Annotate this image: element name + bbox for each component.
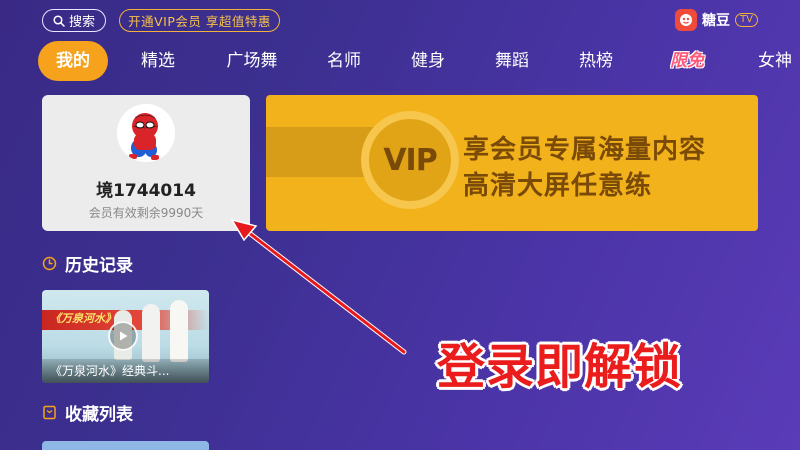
history-item[interactable]: 《万泉河水》 《万泉河水》经典斗... (42, 290, 209, 383)
avatar (117, 104, 175, 162)
play-icon (120, 331, 128, 341)
nav-tabs: 我的 精选 广场舞 名师 健身 舞蹈 热榜 限免 女神 (0, 41, 800, 81)
dancer-figure (142, 304, 160, 362)
search-button[interactable]: 搜索 (42, 9, 106, 32)
bookmark-icon (43, 405, 56, 419)
vip-banner-line1: 享会员专属海量内容 (463, 135, 707, 165)
favorites-heading-label: 收藏列表 (65, 404, 133, 425)
profile-card[interactable]: 境1744014 会员有效剩余9990天 (42, 95, 250, 231)
favorites-heading: 收藏列表 (42, 401, 133, 425)
tab-mine[interactable]: 我的 (38, 41, 108, 81)
vip-promo-button[interactable]: 开通VIP会员 享超值特惠 (119, 9, 280, 32)
annotation-text: 登录即解锁 (437, 339, 683, 395)
tab-square-dance[interactable]: 广场舞 (214, 41, 290, 81)
tab-free-limited[interactable]: 限免 (654, 41, 720, 81)
tab-dance[interactable]: 舞蹈 (482, 41, 542, 81)
tab-fitness[interactable]: 健身 (398, 41, 458, 81)
vip-badge-text: VIP (383, 142, 437, 178)
username: 境1744014 (96, 181, 196, 201)
vip-promo-label: 开通VIP会员 享超值特惠 (128, 14, 271, 29)
vip-banner[interactable]: VIP 享会员专属海量内容 高清大屏任意练 (266, 95, 758, 231)
vip-badge: VIP (369, 119, 451, 201)
tab-featured[interactable]: 精选 (128, 41, 188, 81)
app-logo-icon (675, 9, 698, 31)
play-button[interactable] (108, 321, 138, 351)
tab-goddess[interactable]: 女神 (758, 41, 800, 81)
dancer-figure (170, 300, 188, 362)
history-thumbnail-title: 《万泉河水》 (50, 312, 116, 325)
search-label: 搜索 (68, 15, 95, 30)
vip-banner-line2: 高清大屏任意练 (463, 171, 653, 201)
spiderman-avatar-icon (117, 104, 175, 162)
membership-status: 会员有效剩余9990天 (88, 206, 204, 220)
history-item-title: 《万泉河水》经典斗... (42, 359, 209, 383)
brand-tv-badge: TV (735, 13, 758, 27)
history-heading-label: 历史记录 (65, 255, 133, 276)
favorite-item[interactable] (42, 441, 209, 450)
brand-name: 糖豆 (702, 13, 731, 29)
brand-logo: 糖豆 TV (675, 8, 758, 32)
tab-masters[interactable]: 名师 (314, 41, 374, 81)
search-icon (53, 14, 65, 27)
history-heading: 历史记录 (42, 252, 133, 276)
tab-hot-list[interactable]: 热榜 (566, 41, 626, 81)
clock-icon (42, 256, 57, 270)
